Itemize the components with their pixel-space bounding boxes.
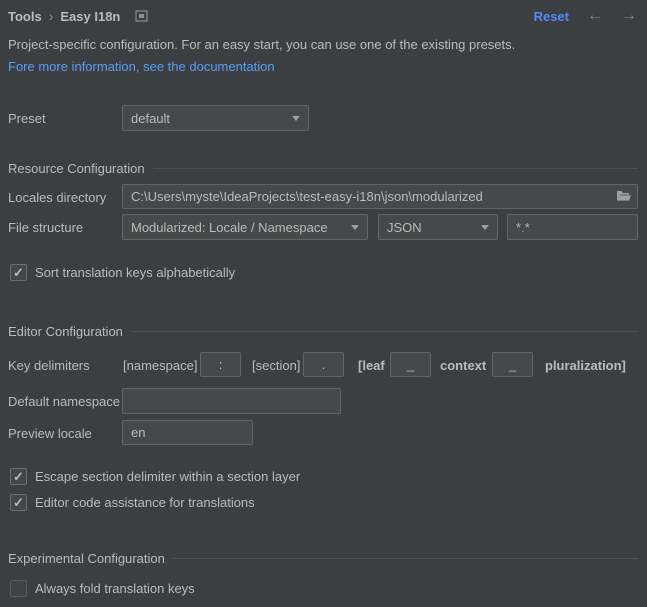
preset-dropdown[interactable]: default: [122, 105, 309, 131]
editor-section-title: Editor Configuration: [8, 324, 123, 339]
context-label: context: [440, 358, 486, 373]
leaf-bracket-label: [leaf: [358, 358, 385, 373]
namespace-bracket-label: [namespace]: [123, 358, 197, 373]
chevron-down-icon: [481, 225, 489, 230]
editor-preview-icon[interactable]: [135, 10, 148, 22]
section-delimiter-input[interactable]: [303, 352, 344, 377]
reset-button[interactable]: Reset: [534, 9, 569, 24]
file-format-dropdown-value: JSON: [387, 220, 422, 235]
check-icon: ✓: [13, 266, 24, 279]
section-divider: [131, 331, 638, 332]
file-structure-dropdown-value: Modularized: Locale / Namespace: [131, 220, 328, 235]
locales-directory-label: Locales directory: [8, 190, 106, 205]
fold-keys-checkbox[interactable]: [10, 580, 27, 597]
file-format-dropdown[interactable]: JSON: [378, 214, 498, 240]
check-icon: ✓: [13, 470, 24, 483]
escape-delimiter-checkbox-label: Escape section delimiter within a sectio…: [35, 469, 300, 484]
default-namespace-input[interactable]: [122, 388, 341, 414]
code-assistance-checkbox-row: ✓ Editor code assistance for translation…: [10, 494, 255, 511]
breadcrumb-tools[interactable]: Tools: [8, 9, 42, 24]
resource-section-title: Resource Configuration: [8, 161, 145, 176]
plural-delimiter-input[interactable]: [492, 352, 533, 377]
sort-keys-checkbox[interactable]: ✓: [10, 264, 27, 281]
key-delimiters-label: Key delimiters: [8, 358, 90, 373]
breadcrumb-easy-i18n: Easy I18n: [60, 9, 120, 24]
pattern-text: *: [525, 220, 530, 235]
chevron-right-icon: ›: [49, 10, 54, 22]
preview-locale-input[interactable]: [122, 420, 253, 445]
preview-locale-label: Preview locale: [8, 426, 92, 441]
fold-keys-checkbox-label: Always fold translation keys: [35, 581, 195, 596]
back-arrow-icon[interactable]: ←: [587, 9, 603, 23]
chevron-down-icon: [292, 116, 300, 121]
file-pattern-input[interactable]: *.*: [507, 214, 638, 240]
experimental-section-header: Experimental Configuration: [8, 551, 638, 566]
section-divider: [173, 558, 638, 559]
file-structure-label: File structure: [8, 220, 83, 235]
pluralization-bracket-label: pluralization]: [545, 358, 626, 373]
fold-keys-checkbox-row: Always fold translation keys: [10, 580, 195, 597]
editor-section-header: Editor Configuration: [8, 324, 638, 339]
topbar-actions: Reset ← →: [534, 9, 637, 24]
preset-dropdown-value: default: [131, 111, 170, 126]
section-bracket-label: [section]: [252, 358, 300, 373]
sort-keys-checkbox-label: Sort translation keys alphabetically: [35, 265, 235, 280]
escape-delimiter-checkbox[interactable]: ✓: [10, 468, 27, 485]
resource-section-header: Resource Configuration: [8, 161, 638, 176]
folder-open-icon[interactable]: [616, 189, 632, 203]
escape-delimiter-checkbox-row: ✓ Escape section delimiter within a sect…: [10, 468, 300, 485]
file-structure-dropdown[interactable]: Modularized: Locale / Namespace: [122, 214, 368, 240]
documentation-link[interactable]: Fore more information, see the documenta…: [8, 59, 275, 74]
code-assistance-checkbox-label: Editor code assistance for translations: [35, 495, 255, 510]
chevron-down-icon: [351, 225, 359, 230]
section-divider: [153, 168, 638, 169]
intro-description: Project-specific configuration. For an e…: [8, 37, 515, 52]
sort-keys-checkbox-row: ✓ Sort translation keys alphabetically: [10, 264, 235, 281]
preset-label: Preset: [8, 111, 46, 126]
experimental-section-title: Experimental Configuration: [8, 551, 165, 566]
default-namespace-label: Default namespace: [8, 394, 120, 409]
easy-i18n-settings-panel: Tools › Easy I18n Reset ← → Project-spec…: [0, 0, 647, 607]
forward-arrow-icon[interactable]: →: [621, 9, 637, 23]
breadcrumb: Tools › Easy I18n: [8, 9, 148, 24]
check-icon: ✓: [13, 496, 24, 509]
context-delimiter-input[interactable]: [390, 352, 431, 377]
code-assistance-checkbox[interactable]: ✓: [10, 494, 27, 511]
namespace-delimiter-input[interactable]: [200, 352, 241, 377]
locales-directory-input[interactable]: [122, 184, 638, 209]
topbar: Tools › Easy I18n Reset ← →: [8, 6, 637, 26]
